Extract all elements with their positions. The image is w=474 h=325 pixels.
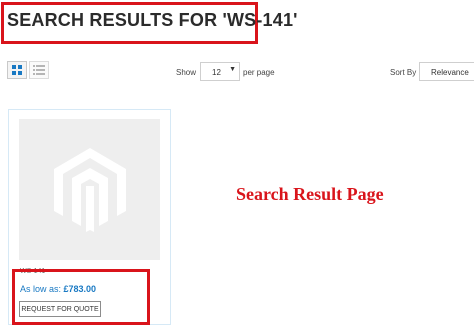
product-image[interactable] — [19, 119, 160, 260]
show-label: Show — [176, 68, 197, 77]
grid-icon — [12, 65, 22, 75]
limiter-select[interactable]: 12 ▼ — [200, 62, 240, 81]
list-icon — [33, 65, 45, 75]
grid-view-button[interactable] — [7, 61, 27, 79]
limiter-value: 12 — [212, 68, 221, 77]
chevron-down-icon: ▼ — [229, 66, 236, 73]
magento-logo-placeholder-icon — [53, 147, 126, 232]
annotation-label: Search Result Page — [236, 184, 384, 204]
price-highlight-box — [12, 269, 150, 325]
list-view-button[interactable] — [29, 61, 49, 79]
sort-by-select[interactable]: Relevance — [419, 62, 474, 81]
per-page-label: per page — [243, 68, 275, 77]
page-title: SEARCH RESULTS FOR 'WS-141' — [7, 10, 298, 30]
sort-by-value: Relevance — [431, 68, 469, 77]
sort-by-label: Sort By — [390, 68, 417, 77]
